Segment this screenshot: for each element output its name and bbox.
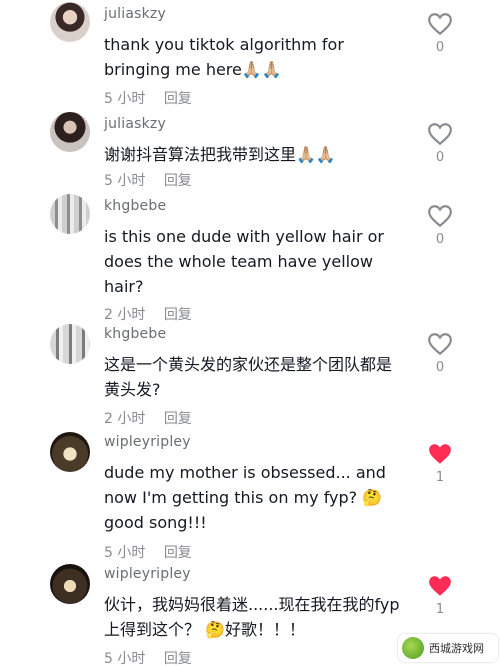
- comment-meta: 5 小时 回复: [104, 542, 206, 562]
- comment-time: 5 小时: [104, 651, 146, 666]
- like-control[interactable]: 0: [425, 332, 455, 375]
- comment-meta: 5 小时 回复: [104, 648, 206, 666]
- comment-username[interactable]: wipleyripley: [104, 566, 191, 582]
- like-control[interactable]: 1: [425, 442, 455, 485]
- heart-filled-icon[interactable]: [427, 574, 453, 598]
- watermark-text: 西城游戏网: [429, 642, 484, 655]
- heart-outline-icon[interactable]: [427, 204, 453, 228]
- comment-text: dude my mother is obsessed... and now I'…: [104, 463, 386, 532]
- comment-meta: 2 小时 回复: [104, 408, 206, 428]
- comment-username[interactable]: wipleyripley: [104, 434, 191, 450]
- reply-button[interactable]: 回复: [164, 545, 192, 561]
- like-control[interactable]: 1: [425, 574, 455, 617]
- comment-time: 2 小时: [104, 307, 146, 323]
- reply-button[interactable]: 回复: [164, 411, 192, 427]
- comment-text: 这是一个黄头发的家伙还是整个团队都是黄头发?: [104, 355, 393, 399]
- watermark: 西城游戏网: [398, 634, 498, 662]
- comment-text: 伙计，我妈妈很着迷......现在我在我的fyp上得到这个？ 🤔好歌！！！: [104, 595, 400, 639]
- comment-username[interactable]: juliaskzy: [104, 6, 166, 22]
- like-control[interactable]: 0: [425, 204, 455, 247]
- comment-time: 2 小时: [104, 411, 146, 427]
- avatar[interactable]: [50, 112, 90, 152]
- heart-outline-icon[interactable]: [427, 12, 453, 36]
- comment-username[interactable]: juliaskzy: [104, 116, 166, 132]
- like-count: 0: [435, 360, 445, 375]
- avatar[interactable]: [50, 2, 90, 42]
- avatar[interactable]: [50, 194, 90, 234]
- comment-text: thank you tiktok algorithm for bringing …: [104, 35, 344, 79]
- like-count: 1: [435, 470, 445, 485]
- avatar[interactable]: [50, 564, 90, 604]
- reply-button[interactable]: 回复: [164, 307, 192, 323]
- comment-time: 5 小时: [104, 173, 146, 189]
- comment-text: 谢谢抖音算法把我带到这里🙏🏼🙏🏼: [104, 145, 336, 164]
- like-control[interactable]: 0: [425, 12, 455, 55]
- avatar[interactable]: [50, 324, 90, 364]
- watermark-logo-icon: [402, 637, 424, 659]
- comment-text: is this one dude with yellow hair or doe…: [104, 227, 385, 296]
- heart-outline-icon[interactable]: [427, 122, 453, 146]
- comment-time: 5 小时: [104, 545, 146, 561]
- reply-button[interactable]: 回复: [164, 173, 192, 189]
- comment-meta: 5 小时 回复: [104, 88, 206, 108]
- like-count: 1: [435, 602, 445, 617]
- like-control[interactable]: 0: [425, 122, 455, 165]
- like-count: 0: [435, 150, 445, 165]
- reply-button[interactable]: 回复: [164, 651, 192, 666]
- reply-button[interactable]: 回复: [164, 91, 192, 107]
- comment-meta: 5 小时 回复: [104, 170, 206, 190]
- comment-time: 5 小时: [104, 91, 146, 107]
- comment-username[interactable]: khgbebe: [104, 198, 166, 214]
- like-count: 0: [435, 232, 445, 247]
- like-count: 0: [435, 40, 445, 55]
- avatar[interactable]: [50, 432, 90, 472]
- heart-outline-icon[interactable]: [427, 332, 453, 356]
- heart-filled-icon[interactable]: [427, 442, 453, 466]
- comment-meta: 2 小时 回复: [104, 304, 206, 324]
- comment-username[interactable]: khgbebe: [104, 326, 166, 342]
